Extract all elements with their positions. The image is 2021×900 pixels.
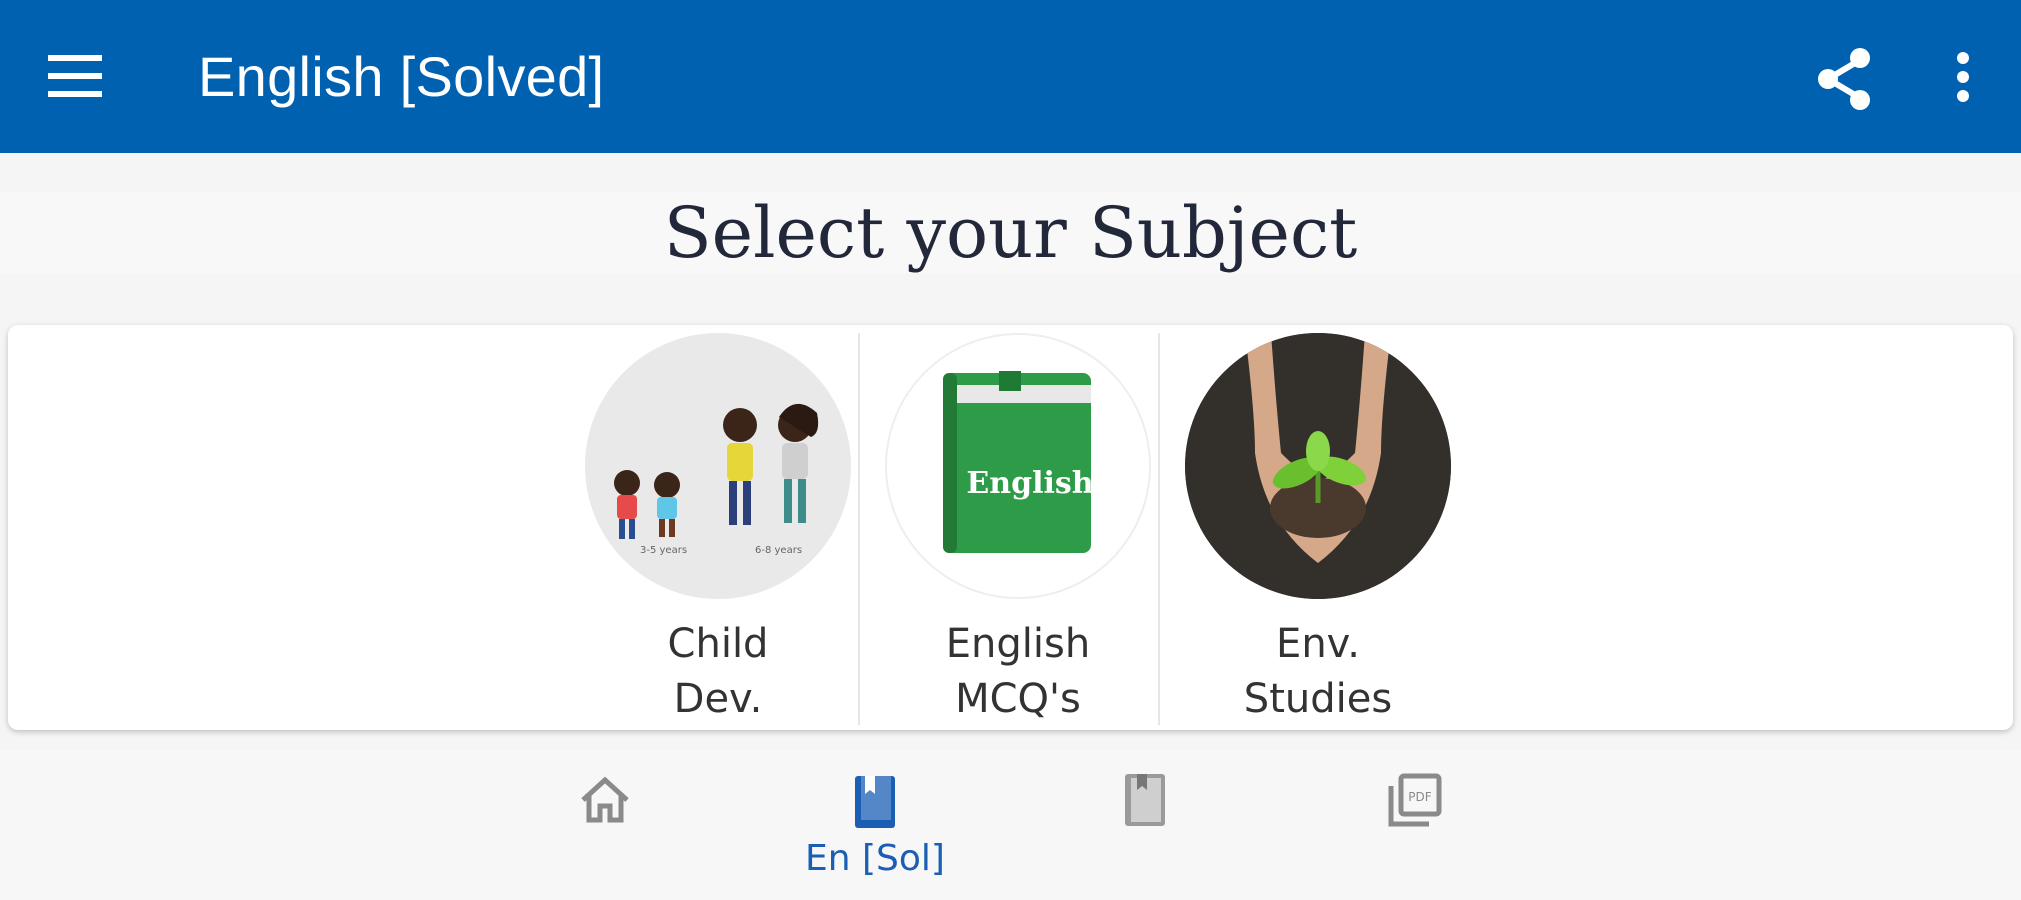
pdf-icon-text: PDF <box>1408 790 1431 804</box>
divider <box>858 333 860 725</box>
hamburger-menu-icon <box>48 55 102 97</box>
children-illustration: 3-5 years 6-8 years <box>614 403 819 556</box>
share-icon <box>1818 48 1870 110</box>
subject-child-dev[interactable]: 3-5 years 6-8 years Child Dev. <box>568 325 868 730</box>
nav-book[interactable] <box>1045 750 1245 900</box>
subject-label-line2: Studies <box>1243 676 1393 722</box>
pdf-icon: PDF <box>1388 773 1442 827</box>
green-book-icon: English <box>943 371 1094 553</box>
env-studies-image <box>1185 333 1451 599</box>
subject-env-studies[interactable]: Env. Studies <box>1168 325 1468 730</box>
book-icon <box>1125 774 1165 826</box>
subject-label-line2: Dev. <box>673 676 763 722</box>
nav-home[interactable] <box>505 750 705 900</box>
child-dev-caption-left: 3-5 years <box>640 545 687 556</box>
nav-en-sol[interactable]: En [Sol] <box>775 750 975 900</box>
more-vert-icon <box>1957 52 1969 102</box>
subject-label-line1: Env. <box>1276 621 1360 667</box>
divider <box>1158 333 1160 725</box>
subject-english-mcq[interactable]: English English MCQ's <box>868 325 1168 730</box>
hands-holding-plant-icon <box>1185 333 1451 599</box>
bottom-navigation: En [Sol] PDF <box>0 750 2021 900</box>
more-options-button[interactable] <box>1945 44 1981 114</box>
subject-label-line1: English <box>945 621 1091 667</box>
app-title: English [Solved] <box>198 45 605 108</box>
subject-label: Child Dev. <box>568 617 868 727</box>
menu-button[interactable] <box>40 45 110 109</box>
subject-label: Env. Studies <box>1168 617 1468 727</box>
english-mcq-image: English <box>885 333 1151 599</box>
home-icon <box>581 776 629 823</box>
app-bar: English [Solved] <box>0 0 2021 153</box>
bookmark-book-icon <box>855 776 895 828</box>
subject-label: English MCQ's <box>868 617 1168 727</box>
subject-label-line2: MCQ's <box>955 676 1081 722</box>
subjects-card: 3-5 years 6-8 years Child Dev. English E… <box>8 325 2013 730</box>
share-button[interactable] <box>1810 44 1880 114</box>
nav-en-sol-label: En [Sol] <box>805 838 945 879</box>
child-dev-caption-right: 6-8 years <box>755 545 802 556</box>
nav-pdf[interactable]: PDF <box>1315 750 1515 900</box>
child-dev-image: 3-5 years 6-8 years <box>585 333 851 599</box>
page-heading: Select your Subject <box>0 192 2021 274</box>
book-title-text: English <box>966 466 1093 501</box>
subject-label-line1: Child <box>667 621 769 667</box>
